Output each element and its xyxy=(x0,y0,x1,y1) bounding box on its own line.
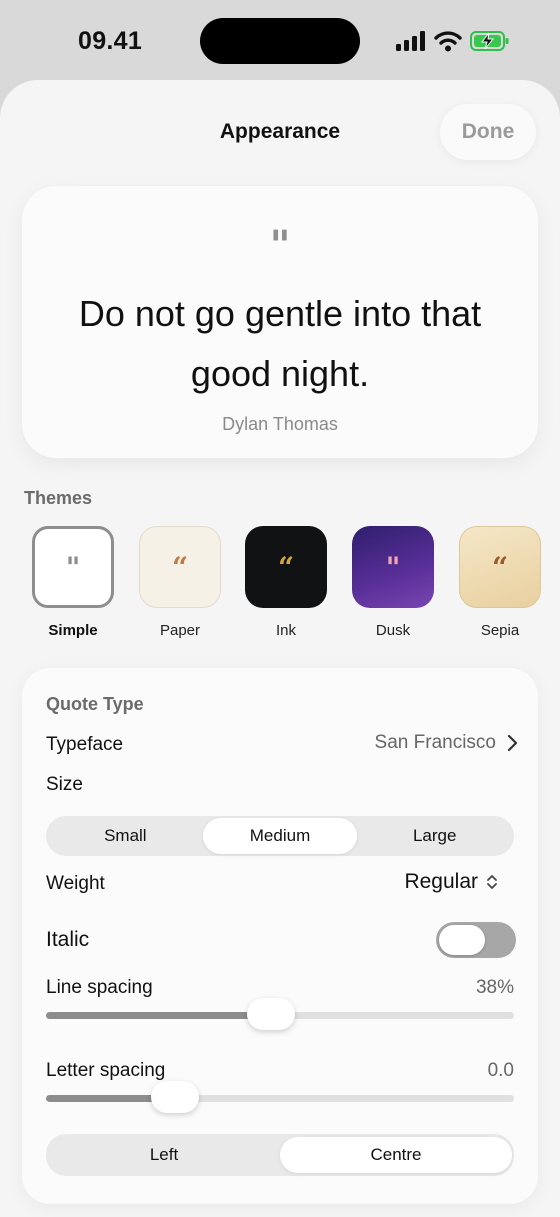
status-time: 09.41 xyxy=(78,27,143,55)
chevron-up-down-icon xyxy=(487,875,497,889)
done-button[interactable]: Done xyxy=(440,104,536,160)
quote-mark-icon: " xyxy=(385,550,401,584)
weight-value: Regular xyxy=(404,870,478,893)
slider-thumb[interactable] xyxy=(246,998,295,1030)
theme-ink[interactable]: “ Ink xyxy=(245,526,327,639)
quote-mark-icon: " xyxy=(65,550,81,584)
letter-spacing-label: Letter spacing xyxy=(46,1060,166,1081)
theme-swatch-dusk: " xyxy=(352,526,434,608)
theme-label: Paper xyxy=(159,622,201,639)
themes-row: " Simple “ Paper “ Ink " Dusk “ Sepia xyxy=(0,526,560,646)
battery-charging-icon xyxy=(470,31,509,51)
preview-author: Dylan Thomas xyxy=(222,414,338,434)
sheet-header: Appearance Done xyxy=(0,80,560,186)
size-option-small[interactable]: Small xyxy=(48,818,203,854)
status-icons xyxy=(396,30,510,52)
size-option-large[interactable]: Large xyxy=(357,818,512,854)
italic-label: Italic xyxy=(46,928,90,951)
line-spacing-value: 38% xyxy=(475,977,514,998)
quote-mark-icon: “ xyxy=(491,550,509,584)
quote-mark-icon: “ xyxy=(171,550,189,584)
theme-swatch-simple: " xyxy=(32,526,114,608)
theme-label: Simple xyxy=(48,622,98,639)
toggle-knob xyxy=(439,925,485,955)
alignment-segmented-control: Left Centre xyxy=(46,1134,514,1176)
themes-title: Themes xyxy=(24,488,93,508)
slider-thumb[interactable] xyxy=(151,1081,200,1113)
theme-label: Sepia xyxy=(480,622,520,639)
line-spacing-label: Line spacing xyxy=(46,977,153,998)
theme-dusk[interactable]: " Dusk xyxy=(352,526,434,639)
theme-swatch-paper: “ xyxy=(139,526,221,608)
preview-quote-text: Do not go gentle into that good night. xyxy=(78,293,482,394)
size-segmented-control: Small Medium Large xyxy=(46,816,514,856)
section-title: Quote Type xyxy=(46,694,144,714)
dynamic-island xyxy=(200,18,360,64)
quote-preview-card: " Do not go gentle into that good night.… xyxy=(22,186,538,458)
theme-swatch-ink: “ xyxy=(245,526,327,608)
weight-label: Weight xyxy=(46,873,105,894)
letter-spacing-slider[interactable] xyxy=(46,1081,514,1113)
wifi-icon xyxy=(434,31,462,52)
theme-label: Ink xyxy=(275,622,296,639)
alignment-option-left[interactable]: Left xyxy=(48,1137,280,1173)
quote-mark-icon: " xyxy=(269,222,291,269)
chevron-right-icon xyxy=(507,734,518,752)
typeface-value: San Francisco xyxy=(374,732,496,753)
theme-simple[interactable]: " Simple xyxy=(32,526,114,639)
line-spacing-slider[interactable] xyxy=(46,998,514,1030)
slider-fill xyxy=(46,1012,271,1019)
letter-spacing-value: 0.0 xyxy=(487,1060,514,1081)
quote-mark-icon: “ xyxy=(277,550,295,584)
quote-type-settings: Quote Type Typeface San Francisco Size S… xyxy=(22,668,538,1204)
signal-icon xyxy=(396,31,425,51)
typeface-row[interactable]: San Francisco xyxy=(375,732,518,754)
size-option-medium[interactable]: Medium xyxy=(202,818,358,854)
theme-label: Dusk xyxy=(375,622,411,639)
italic-toggle[interactable] xyxy=(436,922,516,958)
weight-select[interactable]: Regular xyxy=(404,870,498,894)
status-bar: 09.41 xyxy=(0,0,560,80)
theme-sepia[interactable]: “ Sepia xyxy=(459,526,541,639)
size-label: Size xyxy=(46,774,83,795)
theme-paper[interactable]: “ Paper xyxy=(139,526,221,639)
typeface-label: Typeface xyxy=(46,734,124,755)
theme-swatch-sepia: “ xyxy=(459,526,541,608)
alignment-option-centre[interactable]: Centre xyxy=(280,1137,512,1173)
appearance-sheet: Appearance Done " Do not go gentle into … xyxy=(0,80,560,1217)
